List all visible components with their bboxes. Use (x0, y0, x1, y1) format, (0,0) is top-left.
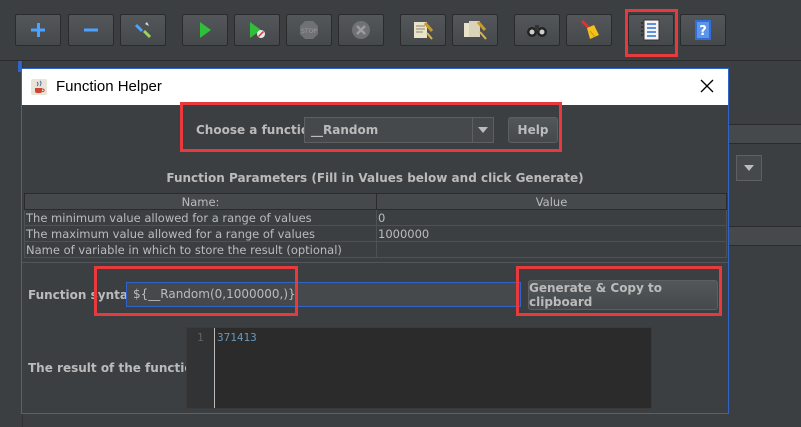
param-value-cell[interactable]: 0 (376, 209, 727, 226)
plus-icon (31, 23, 45, 37)
table-header-row: Name: Value (24, 193, 727, 210)
function-helper-button[interactable] (628, 14, 674, 46)
java-coffee-cup-icon (31, 79, 47, 95)
chevron-down-icon[interactable] (472, 118, 493, 142)
help-toolbar-button[interactable]: ? (680, 14, 726, 46)
stop-button[interactable]: STOP (286, 14, 332, 46)
choose-function-label: Choose a function (196, 123, 318, 137)
left-panel-edge (0, 60, 23, 427)
function-syntax-label: Function syntax: (28, 288, 141, 302)
result-textarea[interactable]: 1 371413 (186, 327, 652, 409)
dialog-titlebar: Function Helper (22, 69, 728, 105)
function-syntax-input[interactable]: ${__Random(0,1000000,)} (126, 282, 521, 307)
svg-text:?: ? (699, 24, 707, 39)
background-header-strip (729, 124, 801, 144)
help-icon: ? (695, 20, 711, 40)
function-select-value: __Random (311, 123, 379, 137)
reset-search-broom-icon (580, 19, 599, 39)
result-value: 371413 (217, 331, 257, 344)
function-select[interactable]: __Random (304, 117, 494, 143)
add-button[interactable] (15, 14, 61, 46)
start-button[interactable] (182, 14, 228, 46)
params-title: Function Parameters (Fill in Values belo… (166, 171, 584, 185)
table-row[interactable]: The minimum value allowed for a range of… (24, 209, 727, 226)
param-value-cell[interactable] (376, 241, 727, 258)
text-caret (295, 287, 297, 302)
function-helper-icon (641, 19, 660, 41)
line-number: 1 (197, 331, 204, 344)
table-row[interactable]: The maximum value allowed for a range of… (24, 225, 727, 242)
help-button[interactable]: Help (508, 117, 558, 143)
divider (22, 262, 728, 263)
background-combo-arrow[interactable] (736, 155, 762, 181)
line-number-gutter: 1 (187, 328, 215, 408)
remove-button[interactable] (68, 14, 114, 46)
main-toolbar: STOP ? (0, 0, 801, 61)
generate-copy-button[interactable]: Generate & Copy to clipboard (528, 280, 718, 310)
shutdown-icon (352, 21, 370, 39)
function-helper-dialog: Function Helper Choose a function __Rand… (21, 68, 729, 414)
parameters-table: Name: Value The minimum value allowed fo… (24, 193, 727, 258)
clear-icon (414, 22, 434, 40)
column-header-name[interactable]: Name: (24, 193, 377, 210)
minus-icon (84, 28, 98, 32)
param-name-cell: The maximum value allowed for a range of… (24, 225, 377, 242)
param-value-cell[interactable]: 1000000 (376, 225, 727, 242)
column-header-value[interactable]: Value (376, 193, 727, 210)
clear-button[interactable] (400, 14, 446, 46)
search-button[interactable] (514, 14, 560, 46)
toggle-wand-icon (134, 22, 152, 39)
param-name-cell: Name of variable in which to store the r… (24, 241, 377, 258)
start-no-pauses-button[interactable] (234, 14, 280, 46)
clear-all-icon (464, 21, 487, 40)
start-icon (200, 22, 211, 38)
start-no-pauses-icon (250, 22, 265, 38)
close-icon[interactable] (698, 77, 716, 95)
clear-all-button[interactable] (452, 14, 498, 46)
param-name-cell: The minimum value allowed for a range of… (24, 209, 377, 226)
table-row[interactable]: Name of variable in which to store the r… (24, 241, 727, 258)
function-syntax-value: ${__Random(0,1000000,)} (133, 287, 296, 301)
dialog-title: Function Helper (56, 78, 162, 95)
search-binoculars-icon (527, 25, 547, 37)
background-header-strip-2 (729, 226, 801, 246)
stop-icon: STOP (300, 21, 318, 39)
reset-search-button[interactable] (566, 14, 612, 46)
toggle-button[interactable] (120, 14, 166, 46)
svg-text:STOP: STOP (301, 28, 317, 35)
shutdown-button[interactable] (338, 14, 384, 46)
